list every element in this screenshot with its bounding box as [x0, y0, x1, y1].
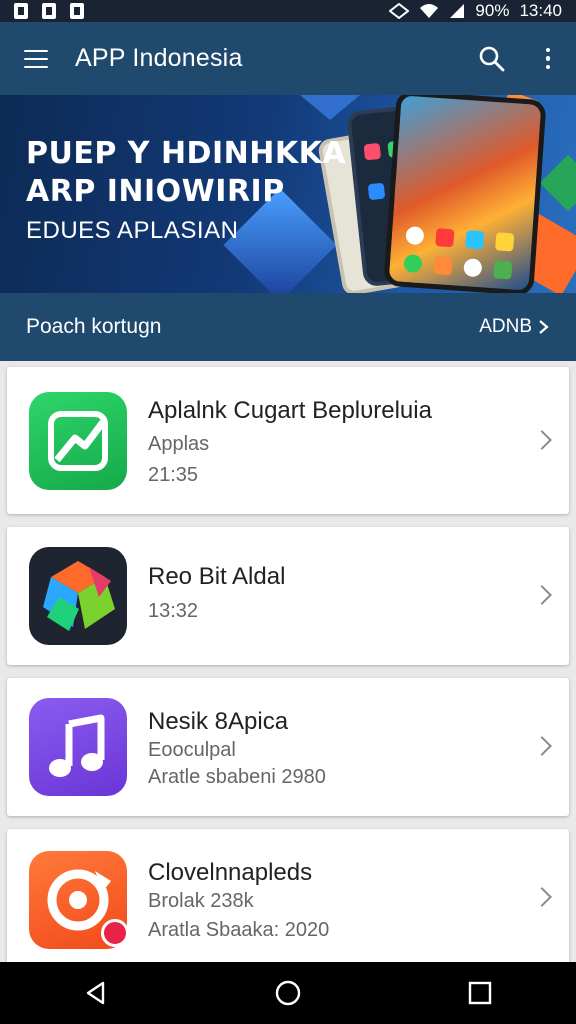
list-item[interactable]: Reo Bit Aldal 13:32: [7, 527, 569, 665]
app-name: Clovelnnapleds: [148, 859, 313, 886]
notification-icon: [70, 3, 84, 19]
see-more-label: ADNB: [479, 316, 532, 337]
notification-icon: [42, 3, 56, 19]
wifi-icon: [420, 4, 439, 18]
menu-icon: [24, 49, 48, 68]
signal-icon: [450, 4, 465, 18]
banner-text: PUEP Y HDIΝHKKA ARP INIOWIRIP EDUES APLA…: [26, 135, 346, 251]
app-category: Brolak 238k: [148, 890, 254, 912]
music-note-icon: [29, 698, 127, 796]
list-item[interactable]: Clovelnnapleds Brolak 238k Aratla Sbaaka…: [7, 829, 569, 969]
section-header: Poach kortugn ADNB: [0, 293, 576, 361]
home-icon: [275, 980, 301, 1006]
search-icon: [479, 46, 505, 71]
app-name: Nesik 8Apica: [148, 708, 289, 735]
chevron-right-icon: [532, 736, 552, 756]
section-title: Poach kortugn: [26, 315, 162, 338]
chevron-right-icon: [532, 430, 552, 450]
battery-level: 90%: [475, 1, 510, 20]
app-meta: 13:32: [148, 600, 199, 622]
clock: 13:40: [519, 1, 562, 20]
app-category: Applas: [148, 433, 210, 455]
notification-icon: [14, 3, 28, 19]
app-name: Aplalnk Cugart Beplυreluia: [148, 397, 432, 424]
app-bar: APP Indonesia: [0, 22, 576, 95]
phone-illustration: [383, 95, 547, 293]
cube-icon: [29, 547, 127, 645]
home-button[interactable]: [258, 963, 318, 1023]
recents-button[interactable]: [450, 963, 510, 1023]
menu-button[interactable]: [0, 22, 72, 95]
status-indicators: 90% 13:40: [389, 1, 562, 21]
trend-icon: [29, 392, 127, 490]
back-button[interactable]: [66, 963, 126, 1023]
app-meta: Aratla Sbaaka: 2020: [148, 919, 330, 941]
app-title: APP Indonesia: [75, 44, 243, 72]
search-button[interactable]: [464, 22, 520, 95]
back-icon: [86, 981, 105, 1005]
more-vert-icon: [545, 47, 551, 70]
promo-banner[interactable]: PUEP Y HDIΝHKKA ARP INIOWIRIP EDUES APLA…: [0, 95, 576, 293]
chevron-right-icon: [532, 887, 552, 907]
banner-headline: ARP INIOWIRIP: [26, 174, 285, 209]
chevron-right-icon: [532, 585, 552, 605]
banner-headline: PUEP Y HDIΝHKKA: [26, 136, 347, 171]
see-more-link[interactable]: ADNB: [479, 316, 550, 338]
app-name: Reo Bit Aldal: [148, 563, 286, 590]
decorative-shape: [539, 154, 576, 212]
status-bar: 90% 13:40: [0, 0, 576, 22]
badge-icon: [101, 919, 129, 947]
list-item[interactable]: Aplalnk Cugart Beplυreluia Applas 21:35: [7, 367, 569, 514]
banner-subtitle: EDUES APLASIAN: [26, 217, 239, 244]
overflow-menu-button[interactable]: [520, 22, 576, 95]
app-meta: 21:35: [148, 464, 199, 486]
gear-badge-icon: [29, 851, 129, 949]
chevron-right-icon: [539, 320, 549, 334]
system-nav-bar: [0, 962, 576, 1024]
notification-icons: [14, 3, 84, 19]
recents-icon: [468, 981, 492, 1005]
vibrate-icon: [389, 3, 410, 19]
list-item[interactable]: Nesik 8Apica Eooculpal Aratle sbabeni 29…: [7, 678, 569, 816]
app-category: Eooculpal: [148, 739, 236, 761]
app-meta: Aratle sbabeni 2980: [148, 766, 326, 788]
